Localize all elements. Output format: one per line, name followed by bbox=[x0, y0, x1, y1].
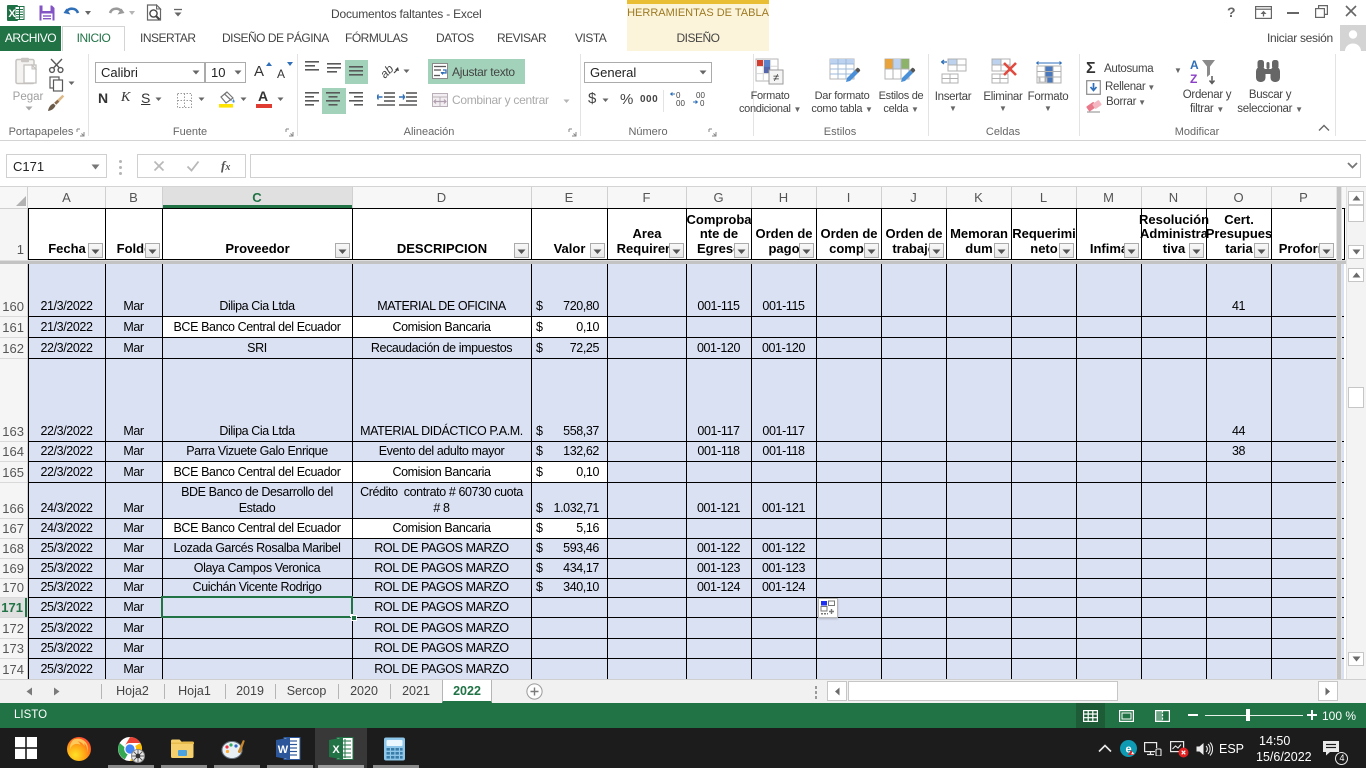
svg-text:00: 00 bbox=[676, 99, 685, 107]
svg-text:≠: ≠ bbox=[773, 72, 779, 84]
svg-text:0: 0 bbox=[700, 99, 705, 107]
svg-text:X: X bbox=[8, 8, 16, 20]
svg-text:W: W bbox=[278, 744, 289, 756]
svg-text:A: A bbox=[1190, 58, 1199, 72]
svg-text:ab: ab bbox=[381, 62, 397, 80]
svg-text:Z: Z bbox=[1190, 72, 1197, 86]
svg-text:X: X bbox=[332, 744, 340, 756]
